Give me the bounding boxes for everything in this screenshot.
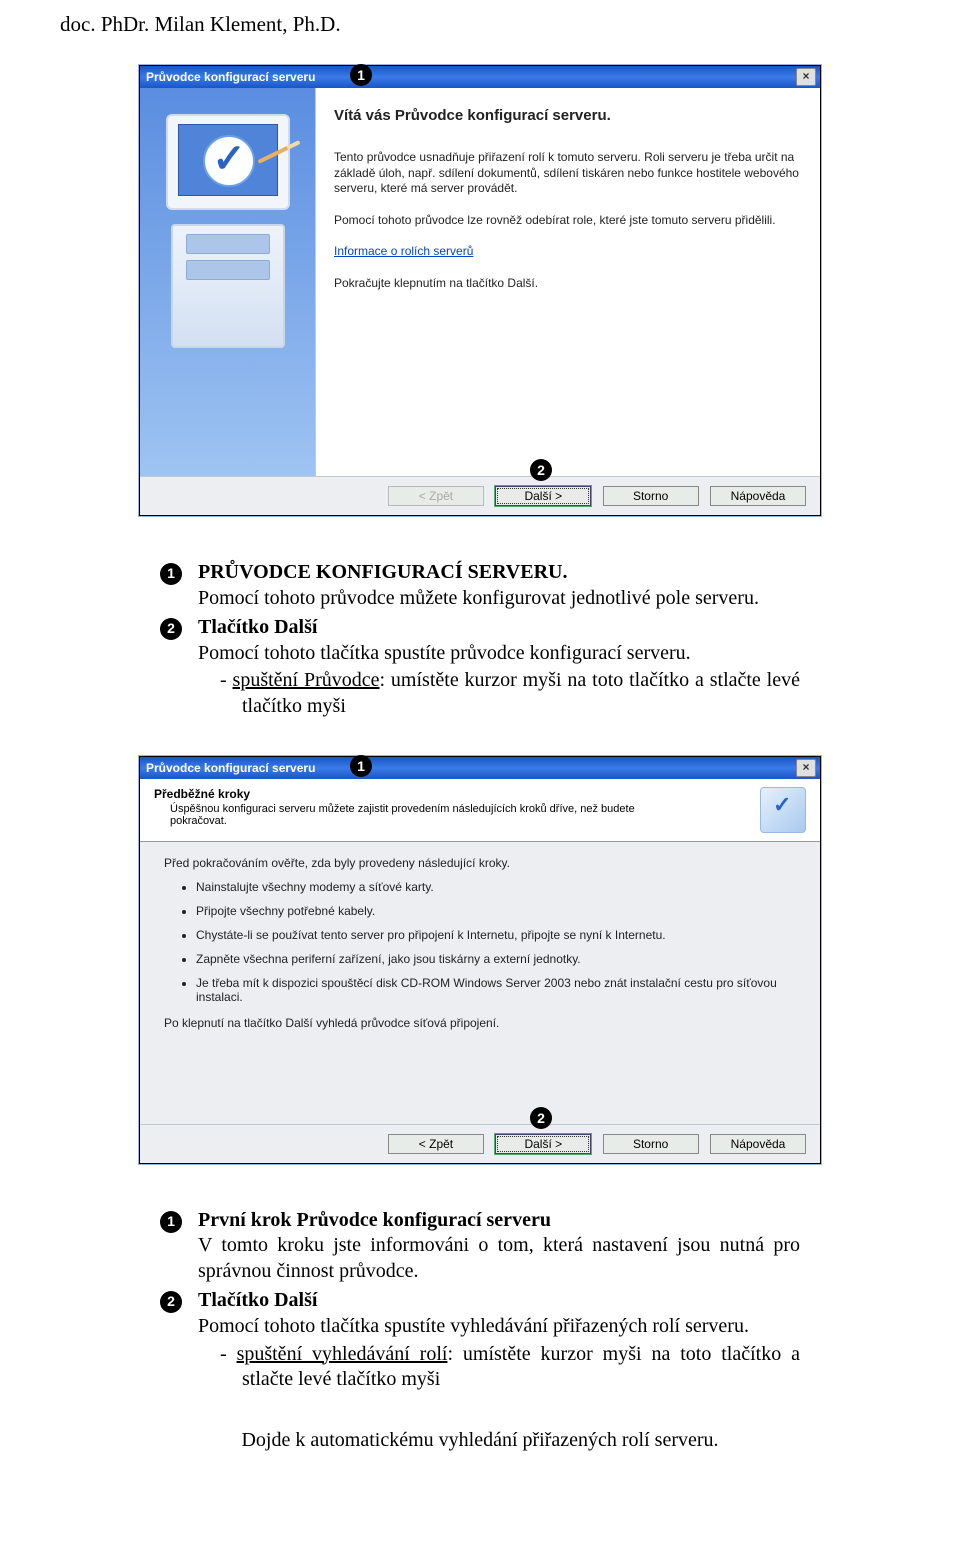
wizard1-para1: Tento průvodce usnadňuje přiřazení rolí … bbox=[334, 150, 800, 197]
wizard2-button-row: 2 < Zpět Další > Storno Nápověda bbox=[140, 1124, 820, 1163]
wizard1-heading: Vítá vás Průvodce konfigurací serveru. bbox=[334, 107, 800, 124]
info2-bullet-prefix: - bbox=[220, 1343, 237, 1365]
badge-1b: 1 bbox=[160, 1211, 182, 1233]
info2-row2-heading: Tlačítko Další bbox=[198, 1289, 317, 1311]
info1-bullet-underline: spuštění Průvodce bbox=[233, 669, 380, 691]
info1-row2-text: Pomocí tohoto tlačítka spustíte průvodce… bbox=[198, 642, 691, 664]
info-block-2: 1 První krok Průvodce konfigurací server… bbox=[160, 1208, 800, 1393]
next-button[interactable]: Další > bbox=[495, 486, 591, 506]
badge-1: 1 bbox=[160, 563, 182, 585]
wizard1-para3: Pokračujte klepnutím na tlačítko Další. bbox=[334, 276, 800, 292]
wizard1-roles-link[interactable]: Informace o rolích serverů bbox=[334, 244, 473, 258]
info1-row1-heading: PRŮVODCE KONFIGURACÍ SERVERU. bbox=[198, 561, 567, 583]
wizard2-intro: Před pokračováním ověřte, zda byly prove… bbox=[164, 856, 796, 870]
info-block-1: 1 PRŮVODCE KONFIGURACÍ SERVERU. Pomocí t… bbox=[160, 560, 800, 720]
info1-row1-text: Pomocí tohoto průvodce můžete konfigurov… bbox=[198, 587, 759, 609]
callout-badge-2b: 2 bbox=[530, 1107, 552, 1129]
server-check-icon bbox=[760, 787, 806, 833]
back-button: < Zpět bbox=[388, 486, 484, 506]
info1-row2-heading: Tlačítko Další bbox=[198, 616, 317, 638]
callout-badge-1b: 1 bbox=[350, 755, 372, 777]
info1-bullet-prefix: - bbox=[220, 669, 233, 691]
wizard2-title: Průvodce konfigurací serveru bbox=[144, 761, 796, 775]
info2-bullet-underline: spuštění vyhledávání rolí bbox=[237, 1343, 448, 1365]
next-button[interactable]: Další > bbox=[495, 1134, 591, 1154]
wizard2-head-sub: Úspěšnou konfiguraci serveru můžete zaji… bbox=[170, 803, 650, 827]
badge-2b: 2 bbox=[160, 1291, 182, 1313]
cancel-button[interactable]: Storno bbox=[603, 1134, 699, 1154]
list-item: Je třeba mít k dispozici spouštěcí disk … bbox=[196, 976, 796, 1004]
list-item: Připojte všechny potřebné kabely. bbox=[196, 904, 796, 918]
wizard2-head-bold: Předběžné kroky bbox=[154, 787, 250, 801]
checkmark-icon bbox=[203, 135, 255, 187]
wizard2-dialog: 1 Průvodce konfigurací serveru × Předběž… bbox=[139, 756, 821, 1164]
list-item: Nainstalujte všechny modemy a síťové kar… bbox=[196, 880, 796, 894]
callout-badge-1: 1 bbox=[350, 64, 372, 86]
wizard2-steps-list: Nainstalujte všechny modemy a síťové kar… bbox=[196, 880, 796, 1004]
wizard1-dialog: 1 Průvodce konfigurací serveru × bbox=[139, 65, 821, 516]
wizard2-outro: Po klepnutí na tlačítko Další vyhledá pr… bbox=[164, 1016, 796, 1030]
close-icon[interactable]: × bbox=[796, 68, 816, 86]
cancel-button[interactable]: Storno bbox=[603, 486, 699, 506]
list-item: Chystáte-li se používat tento server pro… bbox=[196, 928, 796, 942]
info2-row2-text: Pomocí tohoto tlačítka spustíte vyhledáv… bbox=[198, 1315, 749, 1337]
wizard1-title: Průvodce konfigurací serveru bbox=[144, 70, 796, 84]
bottom-note: Dojde k automatickému vyhledání přiřazen… bbox=[160, 1429, 800, 1452]
author-line: doc. PhDr. Milan Klement, Ph.D. bbox=[60, 12, 900, 37]
close-icon[interactable]: × bbox=[796, 759, 816, 777]
help-button[interactable]: Nápověda bbox=[710, 486, 806, 506]
wizard1-para2: Pomocí tohoto průvodce lze rovněž odebír… bbox=[334, 213, 800, 229]
back-button[interactable]: < Zpět bbox=[388, 1134, 484, 1154]
wizard1-titlebar: Průvodce konfigurací serveru × bbox=[140, 66, 820, 88]
list-item: Zapněte všechna periferní zařízení, jako… bbox=[196, 952, 796, 966]
info2-row1-text: V tomto kroku jste informováni o tom, kt… bbox=[198, 1234, 800, 1282]
callout-badge-2: 2 bbox=[530, 459, 552, 481]
help-button[interactable]: Nápověda bbox=[710, 1134, 806, 1154]
wizard2-titlebar: Průvodce konfigurací serveru × bbox=[140, 757, 820, 779]
badge-2: 2 bbox=[160, 618, 182, 640]
wizard1-button-row: 2 < Zpět Další > Storno Nápověda bbox=[140, 476, 820, 515]
wizard1-sidebar-image bbox=[140, 88, 316, 476]
info2-row1-heading: První krok Průvodce konfigurací serveru bbox=[198, 1209, 551, 1231]
